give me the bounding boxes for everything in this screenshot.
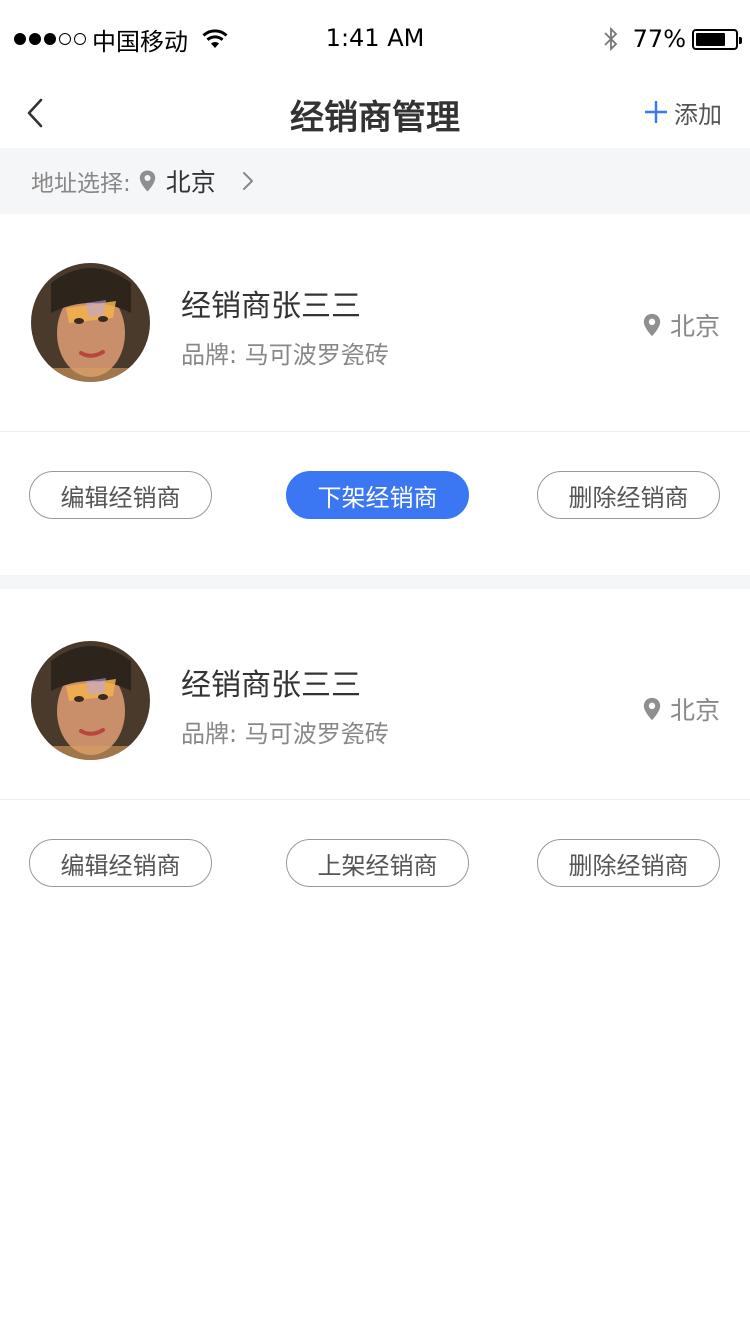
dealer-brand: 品牌: 马可波罗瓷砖 [181,335,389,370]
dealer-card: 经销商张三三 品牌: 马可波罗瓷砖 北京 编辑经销商 上架经销商 删除经销商 [0,589,750,943]
status-bar: 中国移动 1:41 AM 77% [0,0,750,78]
dealer-actions: 编辑经销商 下架经销商 删除经销商 [0,432,750,575]
edit-dealer-button[interactable]: 编辑经销商 [29,839,212,887]
address-selector[interactable]: 地址选择: 北京 [0,148,750,214]
brand-label: 品牌: [181,720,238,748]
battery-fill [696,32,726,46]
brand-value: 马可波罗瓷砖 [244,341,389,369]
location-text: 北京 [669,312,720,341]
dealer-name: 经销商张三三 [181,668,361,703]
dealer-info[interactable]: 经销商张三三 品牌: 马可波罗瓷砖 北京 [0,589,750,800]
brand-label: 品牌: [181,341,238,369]
battery-percentage: 77% [632,25,686,53]
dealer-name: 经销商张三三 [181,289,361,324]
dealer-location: 北京 [643,307,720,343]
dealer-card: 经销商张三三 品牌: 马可波罗瓷砖 北京 编辑经销商 下架经销商 删除经销商 [0,214,750,575]
delete-dealer-button[interactable]: 删除经销商 [537,839,720,887]
delete-dealer-button[interactable]: 删除经销商 [537,471,720,519]
dealer-actions: 编辑经销商 上架经销商 删除经销商 [0,800,750,943]
bluetooth-icon [604,26,617,52]
delist-dealer-button[interactable]: 下架经销商 [286,471,469,519]
chevron-right-icon [242,172,253,190]
navigation-bar: 经销商管理 添加 [0,78,750,148]
status-right: 77% [603,22,742,56]
battery-icon [692,28,742,50]
avatar-image [31,263,150,382]
location-pin-icon [139,170,155,192]
location-pin-icon [643,697,661,721]
edit-dealer-button[interactable]: 编辑经销商 [29,471,212,519]
page-title: 经销商管理 [290,98,460,138]
selected-city: 北京 [165,168,216,197]
add-dealer-button[interactable]: 添加 [644,90,722,134]
location-text: 北京 [669,696,720,725]
dealer-info[interactable]: 经销商张三三 品牌: 马可波罗瓷砖 北京 [0,214,750,432]
avatar [31,641,150,760]
address-label: 地址选择: [31,171,131,197]
list-dealer-button[interactable]: 上架经销商 [286,839,469,887]
battery-cap [739,36,742,44]
avatar [31,263,150,382]
add-label: 添加 [674,100,722,129]
plus-icon [645,101,667,123]
avatar-image [31,641,150,760]
dealer-brand: 品牌: 马可波罗瓷砖 [181,714,389,749]
brand-value: 马可波罗瓷砖 [244,720,389,748]
card-separator [0,575,750,589]
location-pin-icon [643,313,661,337]
dealer-location: 北京 [643,691,720,727]
